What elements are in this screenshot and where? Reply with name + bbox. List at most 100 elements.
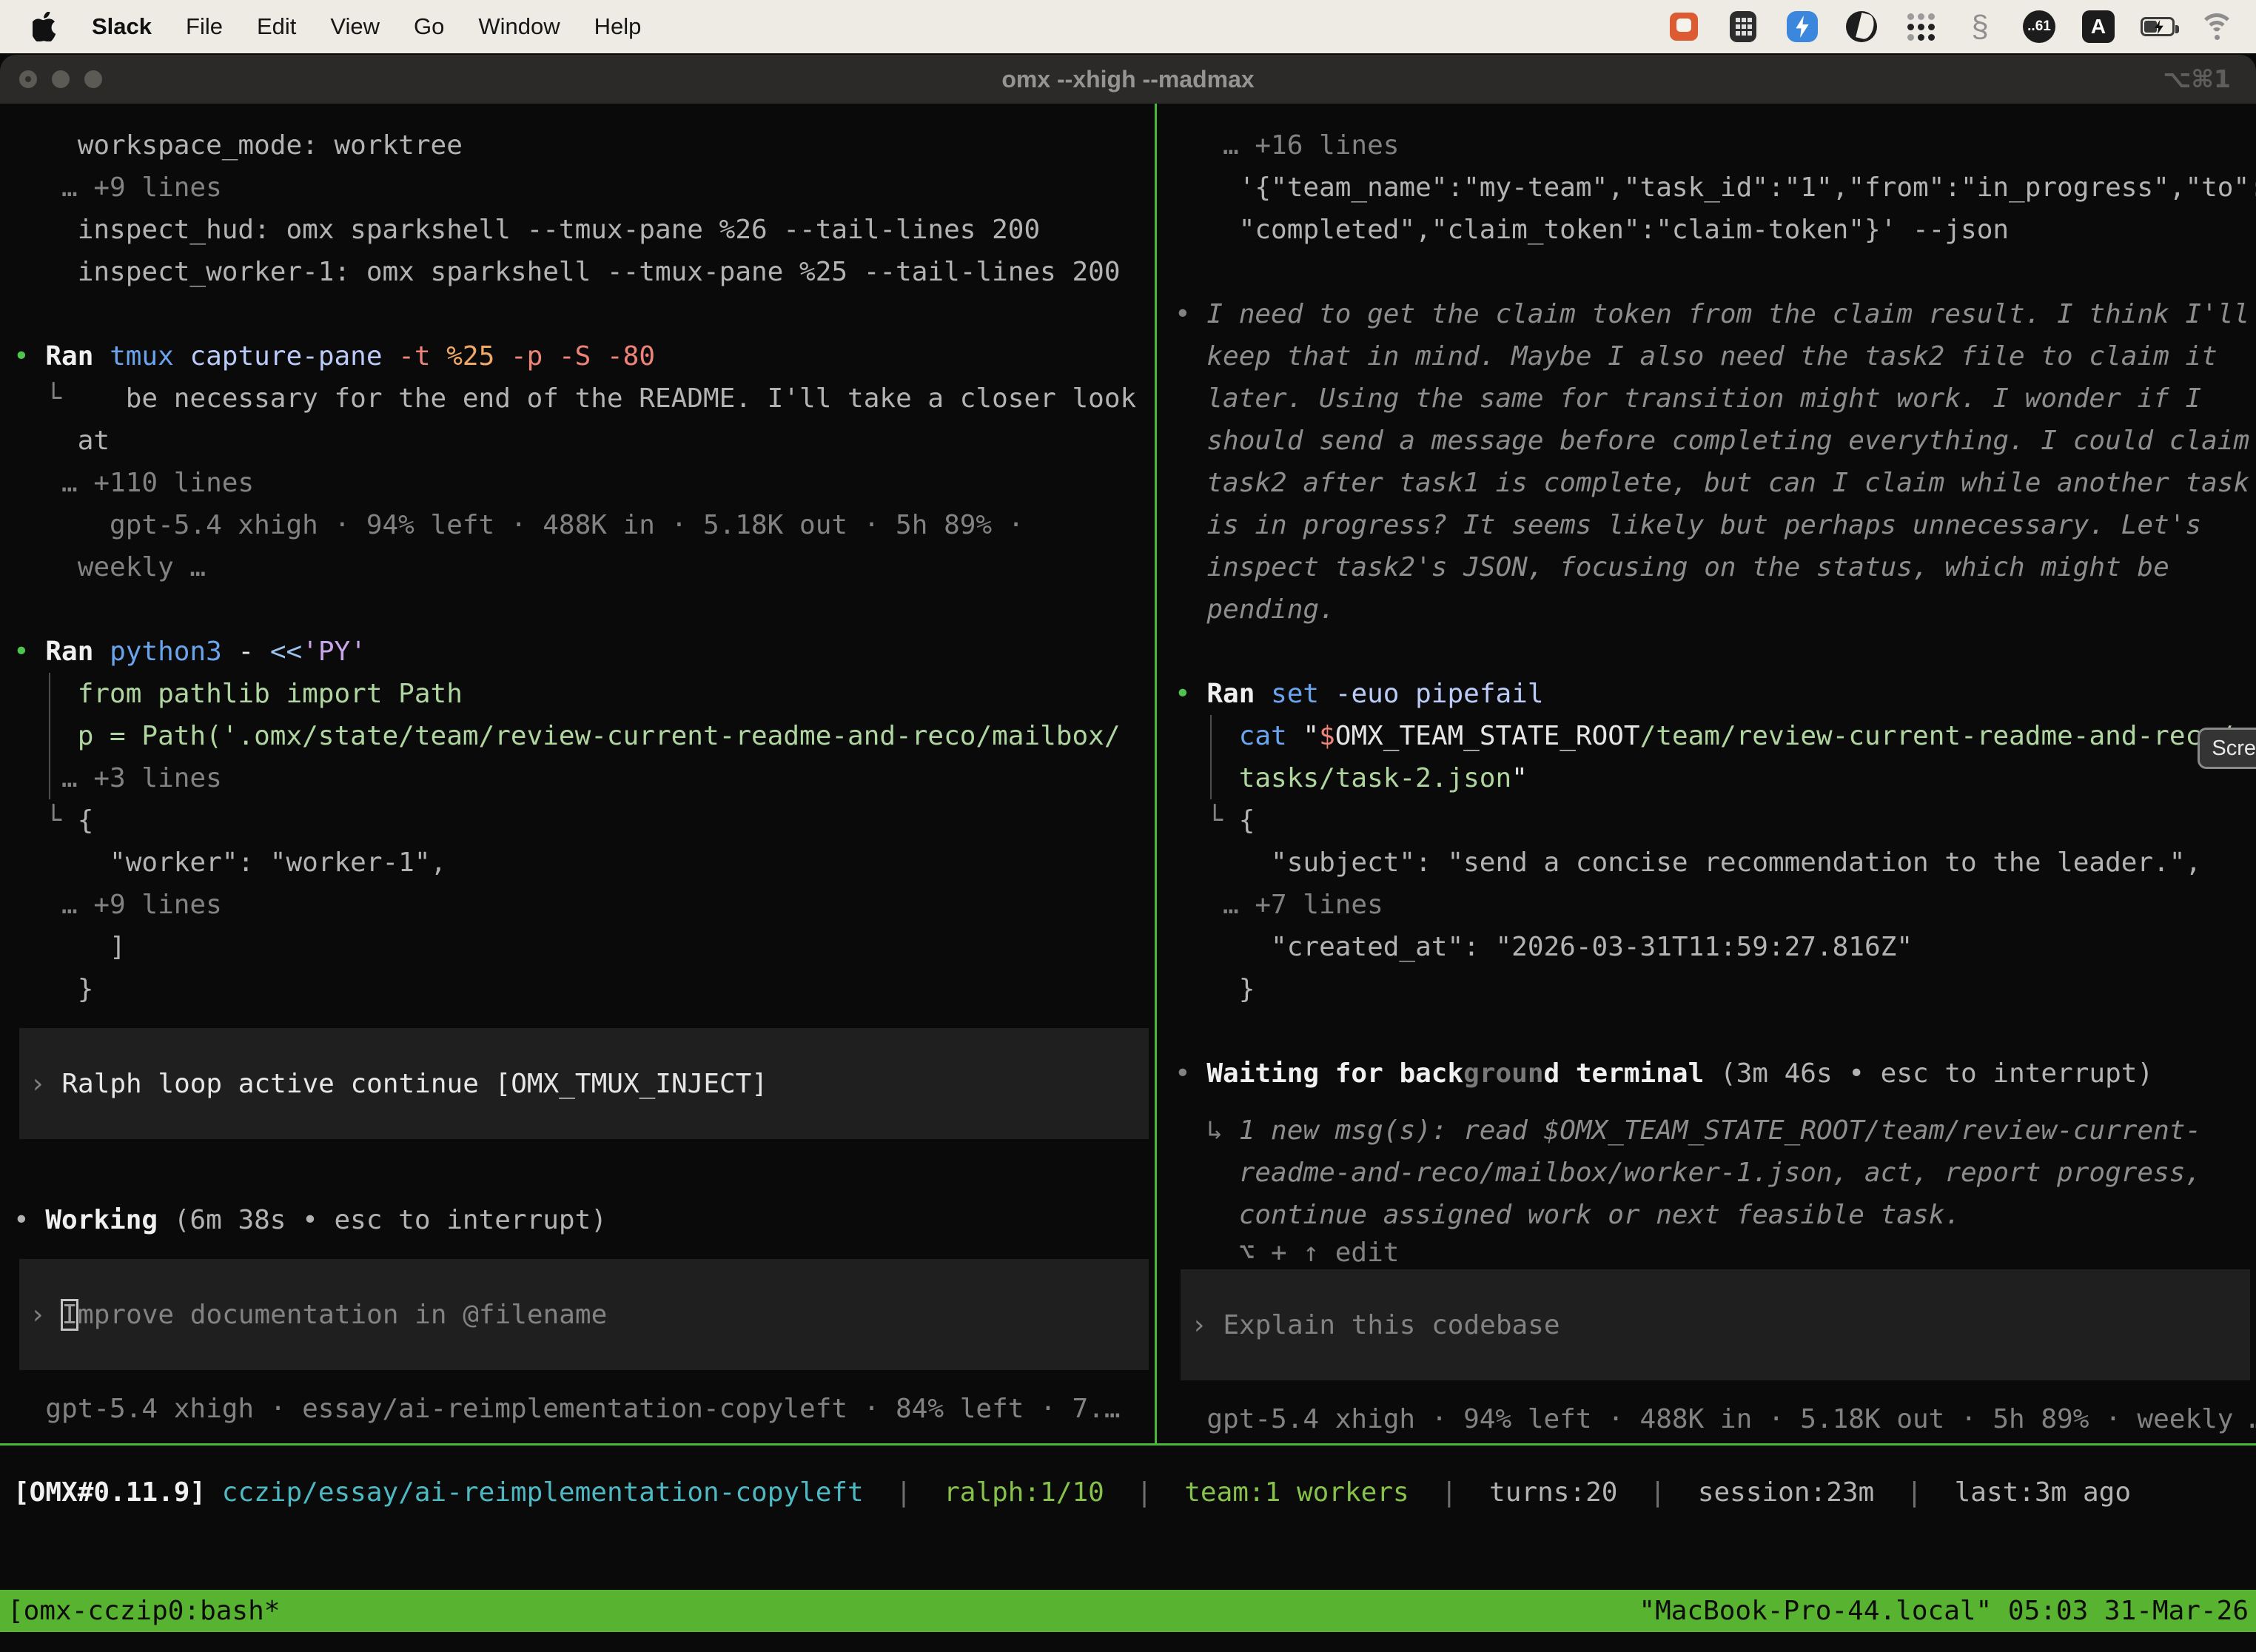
terminal-line: ⌥ + ↑ edit — [1175, 1236, 2256, 1269]
terminal-line: … +9 lines — [13, 167, 1155, 209]
squiggle-icon[interactable]: § — [1961, 8, 1998, 45]
terminal-line: gpt-5.4 xhigh · 94% left · 488K in · 5.1… — [13, 504, 1155, 546]
terminal-token: • — [1175, 1058, 1206, 1089]
terminal-line: inspect_worker-1: omx sparkshell --tmux-… — [13, 251, 1155, 293]
terminal-window: omx --xhigh --madmax ⌥⌘1 workspace_mode:… — [0, 55, 2256, 1652]
terminal-line: • Working (6m 38s • esc to interrupt) — [13, 1199, 1155, 1241]
blank-line — [1175, 1010, 2256, 1052]
terminal-line: task2 after task1 is complete, but can I… — [1175, 462, 2256, 504]
tmux-status-bar: [omx-cczip0:bash* "MacBook-Pro-44.local"… — [0, 1590, 2256, 1632]
terminal-line: … +3 lines — [13, 757, 1155, 799]
terminal-token: [OMX#0.11.9] — [13, 1477, 206, 1508]
terminal-line: "created_at": "2026-03-31T11:59:27.816Z" — [1175, 926, 2256, 968]
terminal-token: " — [1511, 763, 1528, 793]
terminal-token: /team/review-current-readme-and-reco/ — [1640, 721, 2234, 751]
terminal-token: … +7 lines — [1175, 890, 1383, 920]
right-terminal-pane: … +16 lines '{"team_name":"my-team","tas… — [1157, 104, 2256, 1443]
terminal-token: tasks/task-2.json — [1239, 763, 1511, 793]
terminal-token: continue assigned work or next feasible … — [1175, 1200, 1961, 1230]
terminal-token: └ — [13, 805, 78, 836]
terminal-token: › — [30, 1300, 61, 1330]
terminal-line: └ { — [1175, 799, 2256, 842]
terminal-token: | — [1104, 1477, 1184, 1508]
terminal-line: • Ran tmux capture-pane -t %25 -p -S -80 — [13, 335, 1155, 377]
terminal-line: at — [13, 420, 1155, 462]
menu-item-go[interactable]: Go — [414, 13, 444, 39]
terminal-token: ↳ — [1175, 1115, 1239, 1146]
terminal-token: … +3 lines — [13, 763, 222, 793]
terminal-token: " — [1303, 721, 1319, 751]
prompt-input-bar[interactable]: › Explain this codebase — [1181, 1269, 2250, 1380]
terminal-token: -p -S -80 — [511, 341, 655, 372]
blank-line — [13, 1157, 1155, 1199]
active-app-menu[interactable]: Slack — [92, 13, 152, 40]
terminal-token: workspace_mode: worktree — [13, 130, 463, 161]
terminal-token: should send a message before completing … — [1175, 426, 2249, 456]
terminal-line: • I need to get the claim token from the… — [1175, 293, 2256, 335]
text-cursor: I — [61, 1300, 78, 1330]
messenger-icon[interactable] — [1784, 8, 1821, 45]
terminal-token: "subject": "send a concise recommendatio… — [1175, 847, 2201, 878]
terminal-token: { — [78, 805, 94, 836]
terminal-token: mprove documentation in @filename — [78, 1300, 607, 1330]
terminal-token: "completed","claim_token":"claim-token"}… — [1175, 215, 2009, 245]
terminal-token: Ralph loop active continue [OMX_TMUX_INJ… — [61, 1069, 768, 1099]
terminal-line: later. Using the same for transition mig… — [1175, 377, 2256, 420]
menu-item-window[interactable]: Window — [478, 13, 560, 39]
terminal-token: pending. — [1175, 594, 1335, 625]
terminal-token: inspect_worker-1: omx sparkshell --tmux-… — [13, 257, 1121, 287]
terminal-token: d terminal — [1544, 1058, 1720, 1089]
terminal-token: be necessary for the end of the README. … — [126, 383, 1136, 414]
terminal-line: • Ran set -euo pipefail — [1175, 673, 2256, 715]
terminal-token: cat — [1239, 721, 1303, 751]
omx-session-status-line: [OMX#0.11.9] cczip/essay/ai-reimplementa… — [13, 1471, 2256, 1514]
terminal-token: capture-pane — [189, 341, 398, 372]
chat-app-icon[interactable] — [1665, 8, 1702, 45]
menu-item-help[interactable]: Help — [594, 13, 642, 39]
terminal-token: | — [1617, 1477, 1697, 1508]
menu-item-view[interactable]: View — [330, 13, 380, 39]
terminal-token: OMX_TEAM_STATE_ROOT — [1335, 721, 1640, 751]
battery-charging-icon[interactable] — [2139, 8, 2176, 45]
blank-line — [1175, 1095, 2256, 1109]
terminal-token: readme-and-reco/mailbox/worker-1.json, a… — [1175, 1158, 2201, 1188]
apple-menu-icon[interactable] — [33, 12, 58, 41]
terminal-line: pending. — [1175, 588, 2256, 631]
menu-item-edit[interactable]: Edit — [257, 13, 296, 39]
kaleidoscope-icon[interactable] — [1843, 8, 1880, 45]
terminal-token: Working — [45, 1205, 173, 1235]
terminal-line: } — [1175, 968, 2256, 1010]
terminal-line: … +16 lines — [1175, 124, 2256, 167]
terminal-token: weekly … — [13, 552, 206, 582]
terminal-token: gpt-5.4 xhigh · 94% left · 488K in · 5.1… — [1175, 1404, 2256, 1434]
a-app-icon[interactable]: A — [2080, 8, 2117, 45]
terminal-token: "created_at": "2026-03-31T11:59:27.816Z" — [1175, 932, 1913, 962]
dots-grid-icon[interactable] — [1902, 8, 1939, 45]
terminal-token: cczip/essay/ai-reimplementation-copyleft — [222, 1477, 864, 1508]
menu-item-file[interactable]: File — [186, 13, 223, 39]
tmux-session-window-label: [omx-cczip0:bash* — [7, 1590, 280, 1632]
terminal-token: | — [1874, 1477, 1954, 1508]
terminal-token: • — [13, 341, 45, 372]
count-badge-icon[interactable]: ..61 — [2021, 8, 2058, 45]
terminal-line: '{"team_name":"my-team","task_id":"1","f… — [1175, 167, 2256, 209]
terminal-line: ↳ 1 new msg(s): read $OMX_TEAM_STATE_ROO… — [1175, 1109, 2256, 1152]
terminal-token — [1175, 721, 1239, 751]
screen-overlay-button[interactable]: Scre — [2198, 728, 2256, 769]
prompt-input-bar[interactable]: › Improve documentation in @filename — [19, 1259, 1149, 1370]
terminal-token: Waiting for back — [1206, 1058, 1463, 1089]
terminal-token: ⌥ + ↑ edit — [1175, 1238, 1399, 1268]
terminal-token: } — [13, 974, 93, 1004]
terminal-token: gpt-5.4 xhigh · 94% left · 488K in · 5.1… — [13, 510, 1024, 540]
terminal-token: inspect_hud: omx sparkshell --tmux-pane … — [13, 215, 1040, 245]
terminal-line: gpt-5.4 xhigh · 94% left · 488K in · 5.1… — [1175, 1398, 2256, 1440]
terminal-line: gpt-5.4 xhigh · essay/ai-reimplementatio… — [13, 1388, 1155, 1430]
wifi-icon[interactable] — [2198, 8, 2235, 45]
grid-shield-icon[interactable] — [1725, 8, 1762, 45]
terminal-token: '{"team_name":"my-team","task_id":"1","f… — [1175, 172, 2256, 203]
terminal-line: weekly … — [13, 546, 1155, 588]
terminal-token: session:23m — [1698, 1477, 1874, 1508]
macos-screen: Slack File Edit View Go Window Help § ..61 A om… — [0, 0, 2256, 1652]
prompt-input-bar[interactable]: › Ralph loop active continue [OMX_TMUX_I… — [19, 1028, 1149, 1139]
terminal-token: p = Path('.omx/state/team/review-current… — [13, 721, 1121, 751]
